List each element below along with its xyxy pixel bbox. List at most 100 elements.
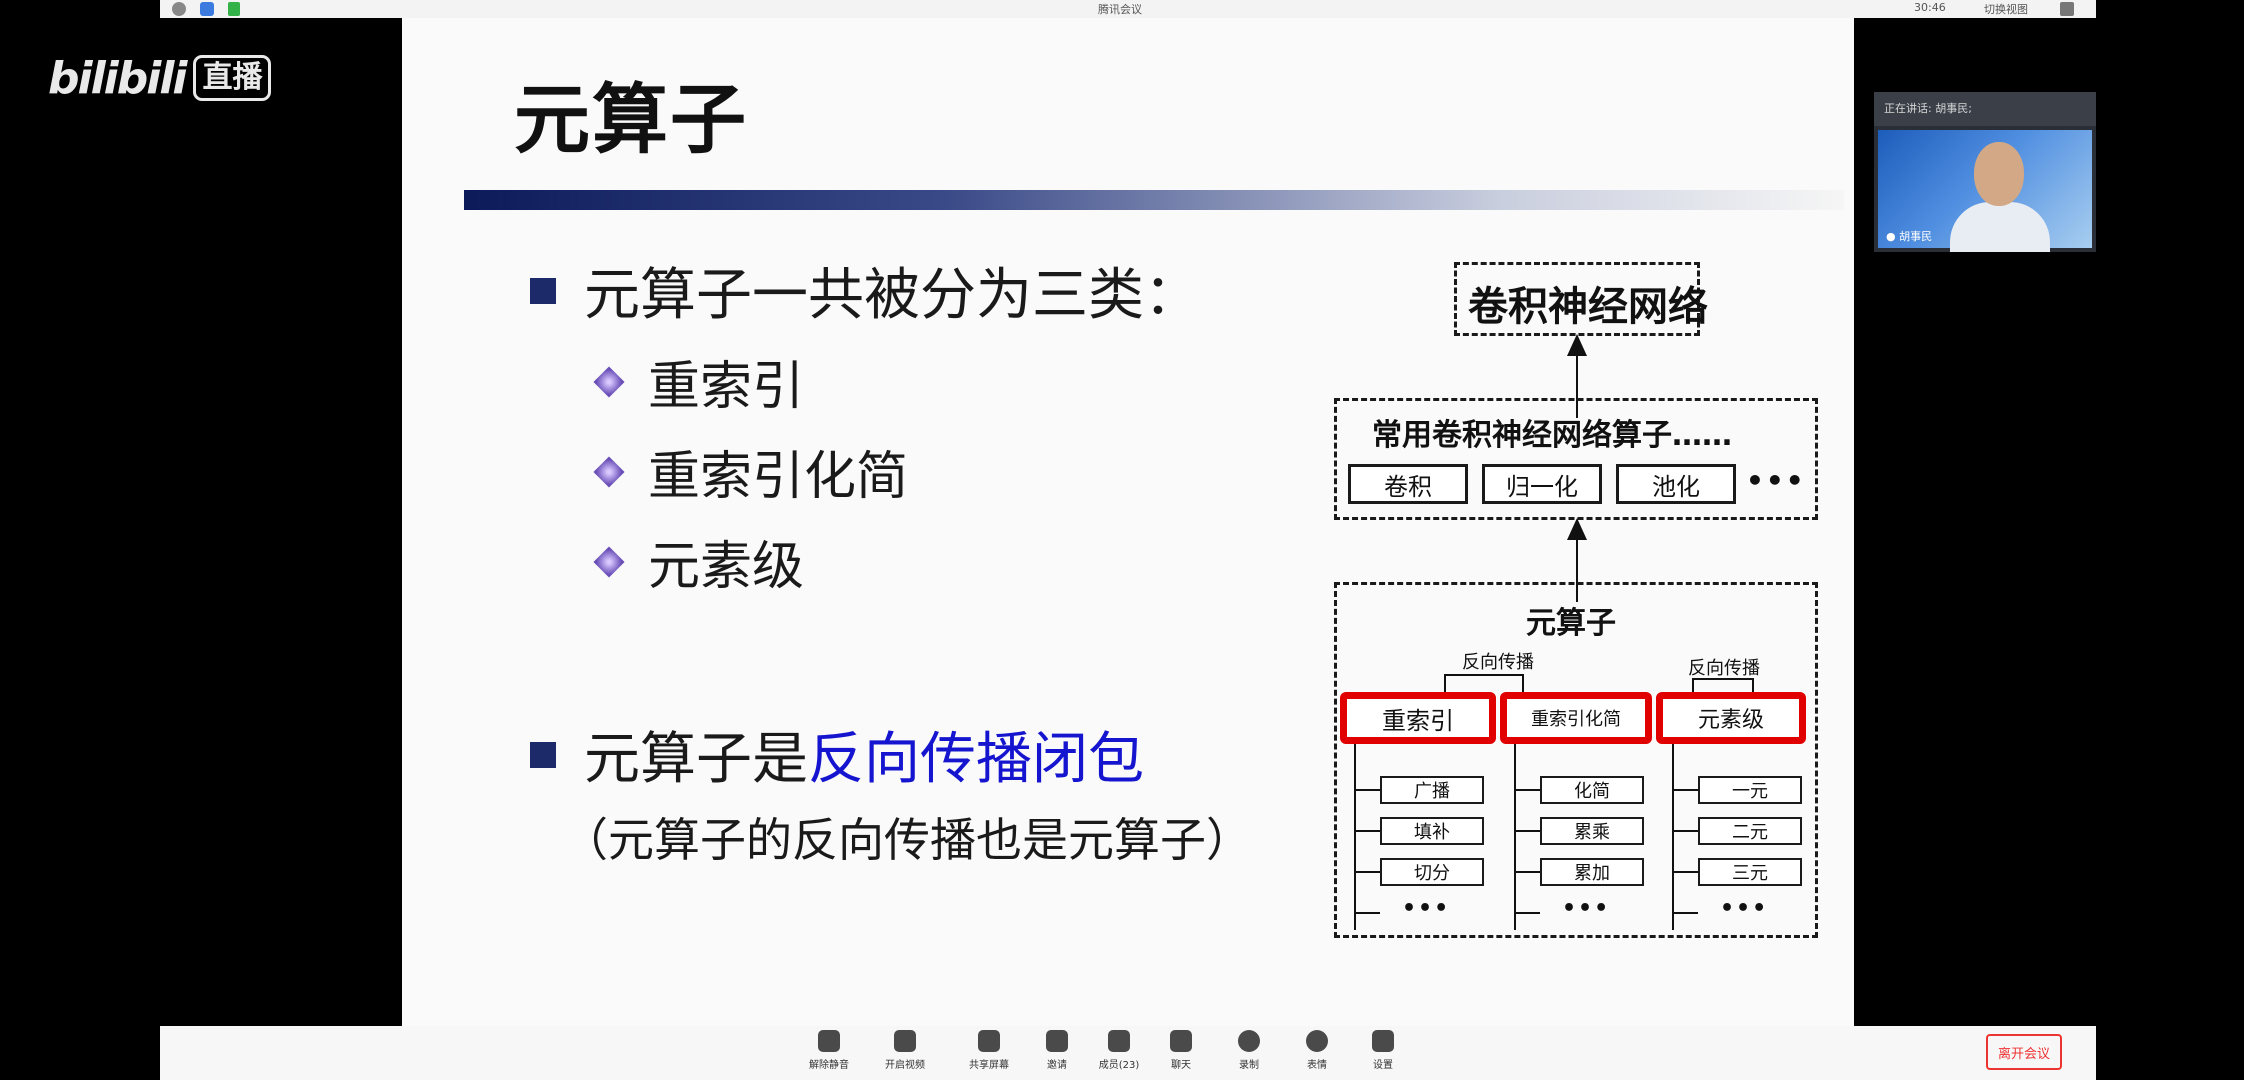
record-button[interactable]: 录制 — [1214, 1030, 1284, 1071]
members-button[interactable]: 成员(23) — [1084, 1030, 1154, 1071]
sub-item-reindex-reduce: 重索引化简 — [593, 434, 909, 509]
cnn-box-label: 卷积神经网络 — [1468, 284, 1708, 330]
chat-icon — [1170, 1030, 1192, 1052]
emoji-button[interactable]: 表情 — [1282, 1030, 1352, 1071]
tree-line — [1354, 744, 1356, 930]
signal-icon[interactable] — [228, 2, 240, 16]
unmute-button[interactable]: 解除静音 — [794, 1030, 864, 1071]
mic-muted-icon — [818, 1030, 840, 1052]
op-reduce: 化简 — [1540, 776, 1644, 804]
tree-branch — [1514, 871, 1540, 873]
sub-item-text: 重索引化简 — [648, 447, 909, 507]
speaker-video: ● 胡事民 — [1878, 130, 2092, 252]
tool-label: 设置 — [1373, 1060, 1393, 1071]
tree-branch — [1354, 912, 1380, 914]
settings-button[interactable]: 设置 — [1348, 1030, 1418, 1071]
slide-title: 元算子 — [514, 75, 748, 164]
bullet-text: 元算子一共被分为三类： — [584, 263, 1200, 328]
tool-label: 开启视频 — [885, 1060, 925, 1071]
op-norm: 归一化 — [1482, 464, 1602, 504]
leave-meeting-button[interactable]: 离开会议 — [1986, 1034, 2062, 1070]
sub-item-reindex: 重索引 — [593, 344, 805, 419]
chat-button[interactable]: 聊天 — [1146, 1030, 1216, 1071]
bilibili-logo: bilibili — [48, 52, 187, 104]
shield-icon[interactable] — [200, 2, 214, 16]
speaker-face — [1974, 142, 2024, 206]
tool-label: 共享屏幕 — [969, 1060, 1009, 1071]
op-unary: 一元 — [1698, 776, 1802, 804]
tool-label: 表情 — [1307, 1060, 1327, 1071]
tree-branch — [1354, 830, 1380, 832]
settings-icon — [1372, 1030, 1394, 1052]
category-elementwise: 元素级 — [1656, 692, 1806, 744]
tool-label: 聊天 — [1171, 1060, 1191, 1071]
top-status-bar: 腾讯会议 30:46 切换视图 — [160, 0, 2096, 18]
speaker-video-tile[interactable]: 正在讲话: 胡事民; ● 胡事民 — [1874, 92, 2096, 252]
op-binary: 二元 — [1698, 817, 1802, 845]
sub-item-text: 重索引 — [648, 357, 805, 417]
tool-label: 解除静音 — [809, 1060, 849, 1071]
square-bullet-icon — [530, 741, 556, 768]
tool-label: 邀请 — [1047, 1060, 1067, 1071]
invite-icon — [1046, 1030, 1068, 1052]
screen-share-icon — [978, 1030, 1000, 1052]
more-ops-ellipsis: ••• — [1746, 464, 1806, 497]
category-reindex: 重索引 — [1340, 692, 1496, 744]
op-slice: 切分 — [1380, 858, 1484, 886]
diamond-bullet-icon — [593, 455, 625, 488]
members-icon — [1108, 1030, 1130, 1052]
square-bullet-icon — [530, 277, 556, 304]
op-broadcast: 广播 — [1380, 776, 1484, 804]
tree-branch — [1354, 789, 1380, 791]
meeting-toolbar: 解除静音 开启视频 共享屏幕 邀请 成员(23) 聊天 录制 表情 设置 离开会… — [160, 1026, 2096, 1080]
op-conv: 卷积 — [1348, 464, 1468, 504]
meeting-title: 腾讯会议 — [1098, 3, 1142, 16]
tree-branch — [1672, 789, 1698, 791]
backprop-bracket-right — [1692, 678, 1754, 680]
slide-note: （元算子的反向传播也是元算子） — [562, 813, 1252, 867]
sub-item-elementwise: 元素级 — [593, 524, 805, 599]
op-cumsum: 累加 — [1540, 858, 1644, 886]
live-badge: 直播 — [193, 55, 272, 101]
camera-off-icon — [894, 1030, 916, 1052]
switch-view-button[interactable]: 切换视图 — [1984, 1, 2028, 17]
info-icon[interactable] — [172, 2, 186, 16]
op-pad: 填补 — [1380, 817, 1484, 845]
bullet-text-highlight: 反向传播闭包 — [808, 727, 1144, 792]
bullet-text-prefix: 元算子是 — [584, 727, 808, 792]
tree-branch — [1514, 912, 1540, 914]
emoji-icon — [1306, 1030, 1328, 1052]
speaking-indicator: 正在讲话: 胡事民; — [1874, 92, 2096, 126]
arrow-up-icon — [1567, 334, 1587, 356]
more-ellipsis: ••• — [1720, 896, 1769, 921]
fullscreen-icon[interactable] — [2060, 2, 2074, 16]
tree-branch — [1672, 830, 1698, 832]
backprop-label-left: 反向传播 — [1462, 652, 1534, 673]
bullet-three-categories: 元算子一共被分为三类： — [530, 250, 1200, 331]
backprop-bracket-left-b — [1522, 674, 1524, 694]
op-cumprod: 累乘 — [1540, 817, 1644, 845]
sub-item-text: 元素级 — [648, 537, 805, 597]
category-reindex-reduce: 重索引化简 — [1500, 692, 1652, 744]
backprop-bracket-left-a — [1444, 674, 1446, 694]
bullet-backprop-closure: 元算子是 反向传播闭包 — [530, 714, 1144, 795]
tree-branch — [1514, 830, 1540, 832]
share-screen-button[interactable]: 共享屏幕 — [954, 1030, 1024, 1071]
tree-branch — [1672, 871, 1698, 873]
bilibili-live-watermark: bilibili 直播 — [48, 52, 272, 104]
backprop-label-right: 反向传播 — [1688, 658, 1760, 679]
diamond-bullet-icon — [593, 365, 625, 398]
tree-branch — [1354, 871, 1380, 873]
mic-icon: ● — [1886, 230, 1896, 243]
start-video-button[interactable]: 开启视频 — [870, 1030, 940, 1071]
speaker-body — [1950, 202, 2050, 252]
meeting-timer: 30:46 — [1914, 1, 1946, 14]
invite-button[interactable]: 邀请 — [1022, 1030, 1092, 1071]
speaker-name-text: 胡事民 — [1899, 230, 1933, 243]
op-pool: 池化 — [1616, 464, 1736, 504]
speaker-name: ● 胡事民 — [1886, 228, 1932, 244]
title-divider — [464, 190, 1844, 210]
tree-line — [1514, 744, 1516, 930]
diamond-bullet-icon — [593, 545, 625, 578]
op-ternary: 三元 — [1698, 858, 1802, 886]
